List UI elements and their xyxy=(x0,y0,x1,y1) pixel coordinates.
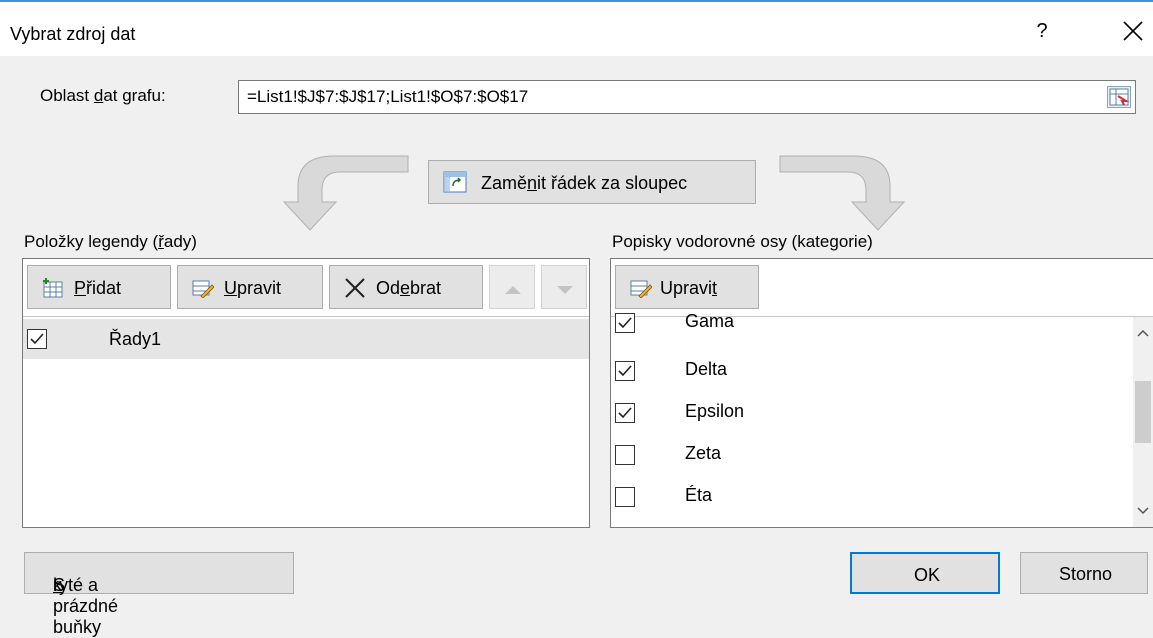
ok-button[interactable]: OK xyxy=(850,552,1000,594)
arrow-down-icon xyxy=(557,286,573,294)
dialog-title: Vybrat zdroj dat xyxy=(10,24,136,44)
close-icon xyxy=(1123,21,1143,41)
switch-row-column-button[interactable]: Zaměnit řádek za sloupec xyxy=(428,160,756,204)
close-button[interactable] xyxy=(1118,16,1148,46)
chart-data-range-value: =List1!$J$7:$J$17;List1!$O$7:$O$17 xyxy=(247,87,529,106)
add-icon xyxy=(43,278,63,298)
chart-data-range-label: Oblast dat grafu: xyxy=(40,86,166,105)
help-button[interactable]: ? xyxy=(1030,16,1054,46)
switch-row-column-label: Zaměnit řádek za sloupec xyxy=(481,173,688,193)
chart-data-range-input[interactable]: =List1!$J$7:$J$17;List1!$O$7:$O$17 xyxy=(238,80,1136,114)
edit-axis-labels-label: Upravit xyxy=(660,278,718,298)
scrollbar-thumb[interactable] xyxy=(1135,381,1151,443)
ok-label: OK xyxy=(914,565,941,585)
edit-series-label: Upravit xyxy=(224,278,282,298)
remove-icon xyxy=(345,278,365,298)
remove-series-button[interactable]: Odebrat xyxy=(329,265,483,309)
title-bar: Vybrat zdroj dat ? xyxy=(0,0,1153,56)
remove-series-label: Odebrat xyxy=(376,278,442,298)
axis-labels-panel: Upravit Gama Delta Epsilon Zeta Éta xyxy=(610,258,1153,528)
legend-entries-panel: Přidat Upravit Odebrat Řady1 xyxy=(22,258,590,528)
hidden-empty-cells-button[interactable]: Sk ryté a prázdné buňky xyxy=(24,552,294,637)
arrow-up-icon xyxy=(505,286,521,294)
axis-item-checkbox[interactable] xyxy=(615,403,635,423)
axis-item-delta[interactable]: Delta xyxy=(611,351,1131,391)
edit-icon xyxy=(630,280,652,298)
series-checkbox[interactable] xyxy=(27,329,47,349)
edit-axis-labels-button[interactable]: Upravit xyxy=(615,265,759,309)
checkmark-icon xyxy=(618,365,632,377)
cancel-button[interactable]: Storno xyxy=(1020,552,1148,594)
legend-toolbar: Přidat Upravit Odebrat xyxy=(23,259,589,317)
move-up-button[interactable] xyxy=(489,265,535,309)
switch-row-column-icon xyxy=(443,171,467,193)
range-picker-button[interactable] xyxy=(1107,86,1131,108)
axis-item-zeta[interactable]: Zeta xyxy=(611,435,1131,475)
axis-item-checkbox[interactable] xyxy=(615,361,635,381)
range-picker-icon xyxy=(1109,88,1130,106)
checkmark-icon xyxy=(30,333,44,345)
axis-item-label: Epsilon xyxy=(685,401,745,421)
axis-item-label: Zeta xyxy=(685,443,722,463)
move-down-button[interactable] xyxy=(541,265,587,309)
axis-labels-header: Popisky vodorovné osy (kategorie) xyxy=(612,232,873,251)
axis-item-eta[interactable]: Éta xyxy=(611,477,1131,517)
axis-item-gama[interactable]: Gama xyxy=(611,307,1131,347)
curved-arrow-right-icon xyxy=(779,155,906,231)
add-series-label: Přidat xyxy=(74,278,122,298)
edit-series-button[interactable]: Upravit xyxy=(177,265,323,309)
axis-item-label: Gama xyxy=(685,311,735,331)
axis-item-checkbox[interactable] xyxy=(615,445,635,465)
scroll-down-arrow-icon[interactable] xyxy=(1133,503,1153,519)
series-name: Řady1 xyxy=(109,329,162,349)
add-series-button[interactable]: Přidat xyxy=(27,265,171,309)
edit-icon xyxy=(192,280,214,298)
axis-item-checkbox[interactable] xyxy=(615,313,635,333)
cancel-label: Storno xyxy=(1059,564,1113,584)
series-row[interactable]: Řady1 xyxy=(23,319,589,359)
checkmark-icon xyxy=(618,407,632,419)
axis-item-checkbox[interactable] xyxy=(615,487,635,507)
axis-item-epsilon[interactable]: Epsilon xyxy=(611,393,1131,433)
legend-entries-header: Položky legendy (řady) xyxy=(24,232,197,251)
axis-item-label: Delta xyxy=(685,359,728,379)
axis-item-label: Éta xyxy=(685,485,713,505)
scroll-up-arrow-icon[interactable] xyxy=(1133,325,1153,341)
curved-arrow-left-icon xyxy=(282,155,409,231)
checkmark-icon xyxy=(618,317,632,329)
axis-list-scrollbar[interactable] xyxy=(1133,317,1153,527)
